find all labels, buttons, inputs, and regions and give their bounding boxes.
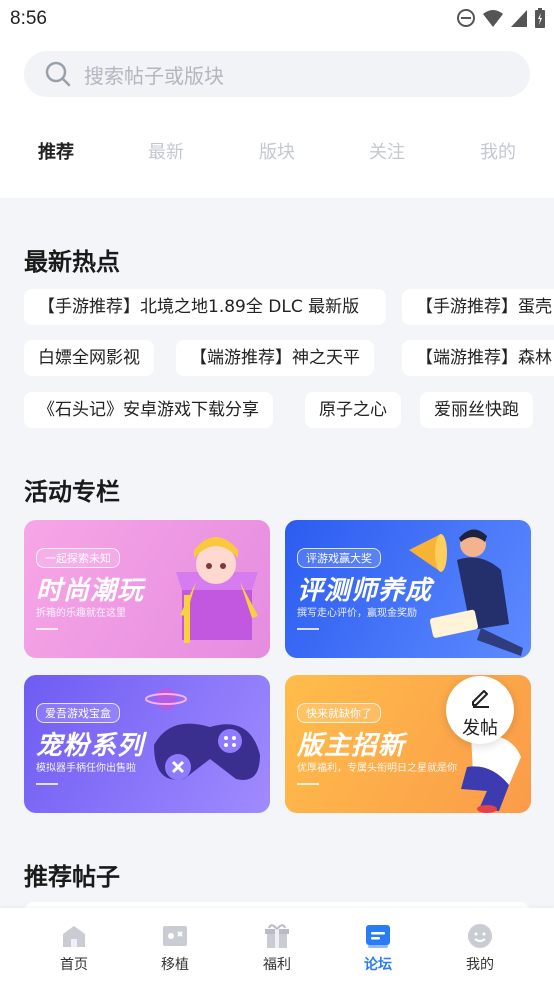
banner-title: 时尚潮玩 bbox=[36, 576, 145, 606]
nav-port[interactable]: 移植 bbox=[145, 922, 205, 974]
banner-divider bbox=[36, 628, 58, 630]
edit-icon bbox=[472, 690, 489, 708]
banner-divider bbox=[297, 628, 319, 630]
status-time: 8:56 bbox=[10, 8, 47, 29]
nav-home[interactable]: 首页 bbox=[44, 922, 104, 974]
new-post-label: 发帖 bbox=[462, 718, 498, 739]
banner-tag: 一起探索未知 bbox=[36, 548, 120, 568]
search-icon bbox=[45, 61, 71, 87]
nav-label: 首页 bbox=[60, 957, 88, 973]
tab-mine[interactable]: 我的 bbox=[468, 138, 528, 164]
tab-bar: 推荐 最新 版块 关注 我的 bbox=[0, 138, 554, 172]
tab-boards[interactable]: 版块 bbox=[247, 138, 307, 164]
search-bar[interactable]: 搜索帖子或版块 bbox=[24, 51, 530, 97]
hot-chip[interactable]: 爱丽丝快跑 bbox=[420, 392, 533, 428]
activity-banner-fashion[interactable]: 一起探索未知 时尚潮玩 拆箱的乐趣就在这里 bbox=[24, 520, 270, 658]
hot-chip[interactable]: 【手游推荐】北境之地1.89全 DLC 最新版 bbox=[24, 289, 386, 325]
activity-section-title: 活动专栏 bbox=[24, 478, 120, 506]
tab-following[interactable]: 关注 bbox=[357, 138, 417, 164]
hot-chip[interactable]: 《石头记》安卓游戏下载分享 bbox=[24, 392, 273, 428]
banner-subtitle: 优厚福利，专属头衔明日之星就是你 bbox=[297, 763, 457, 774]
gift-icon bbox=[265, 924, 289, 948]
banner-tag: 评游戏赢大奖 bbox=[297, 548, 381, 568]
banner-subtitle: 拆箱的乐趣就在这里 bbox=[36, 608, 126, 619]
activity-banner-reviewer[interactable]: 评游戏赢大奖 评测师养成 撰写走心评价，赢现金奖励 bbox=[285, 520, 531, 658]
hot-chip[interactable]: 白嫖全网影视 bbox=[24, 340, 154, 376]
search-input[interactable]: 搜索帖子或版块 bbox=[84, 60, 224, 89]
recommend-section-title: 推荐帖子 bbox=[24, 863, 120, 891]
hot-chip[interactable]: 【端游推荐】森林 bbox=[402, 340, 554, 376]
nav-forum[interactable]: 论坛 bbox=[348, 922, 408, 974]
home-icon bbox=[63, 926, 85, 947]
wifi-icon bbox=[483, 10, 503, 27]
header: 搜索帖子或版块 推荐 最新 版块 关注 我的 bbox=[0, 38, 554, 198]
new-post-button[interactable]: 发帖 bbox=[446, 676, 514, 744]
nav-profile[interactable]: 我的 bbox=[450, 922, 510, 974]
nav-welfare[interactable]: 福利 bbox=[247, 922, 307, 974]
battery-icon bbox=[535, 8, 545, 28]
banner-title: 评测师养成 bbox=[297, 576, 433, 606]
banner-subtitle: 撰写走心评价，赢现金奖励 bbox=[297, 608, 417, 619]
status-bar: 8:56 bbox=[0, 0, 554, 38]
banner-divider bbox=[297, 783, 319, 785]
hot-chip[interactable]: 原子之心 bbox=[305, 392, 401, 428]
nav-label: 论坛 bbox=[364, 957, 392, 973]
banner-divider bbox=[36, 783, 58, 785]
gamepad-planet-illustration bbox=[145, 688, 260, 780]
banner-subtitle: 模拟器手柄任你出售啦 bbox=[36, 763, 136, 774]
nav-label: 福利 bbox=[263, 957, 291, 973]
nav-label: 我的 bbox=[466, 957, 494, 973]
banner-title: 版主招新 bbox=[297, 731, 406, 761]
hot-chip[interactable]: 【端游推荐】神之天平 bbox=[176, 340, 374, 376]
forum-icon bbox=[366, 925, 390, 948]
banner-title: 宠粉系列 bbox=[36, 731, 145, 761]
gamepad-icon bbox=[163, 926, 187, 946]
activity-banner-fans[interactable]: 爱吾游戏宝盒 宠粉系列 模拟器手柄任你出售啦 bbox=[24, 675, 270, 813]
hot-section-title: 最新热点 bbox=[24, 248, 120, 276]
banner-tag: 爱吾游戏宝盒 bbox=[36, 703, 120, 723]
do-not-disturb-icon bbox=[457, 9, 475, 27]
nav-label: 移植 bbox=[161, 957, 189, 973]
gift-box-illustration bbox=[176, 537, 258, 643]
bottom-nav: 首页 移植 福利 论坛 我的 bbox=[0, 908, 554, 985]
tab-recommend[interactable]: 推荐 bbox=[26, 138, 86, 164]
banner-tag: 快来就缺你了 bbox=[297, 703, 381, 723]
tab-latest[interactable]: 最新 bbox=[136, 138, 196, 164]
profile-icon bbox=[468, 924, 492, 948]
hot-chip[interactable]: 【手游推荐】蛋壳 bbox=[402, 289, 554, 325]
signal-icon bbox=[511, 10, 527, 27]
status-icons bbox=[456, 7, 546, 29]
